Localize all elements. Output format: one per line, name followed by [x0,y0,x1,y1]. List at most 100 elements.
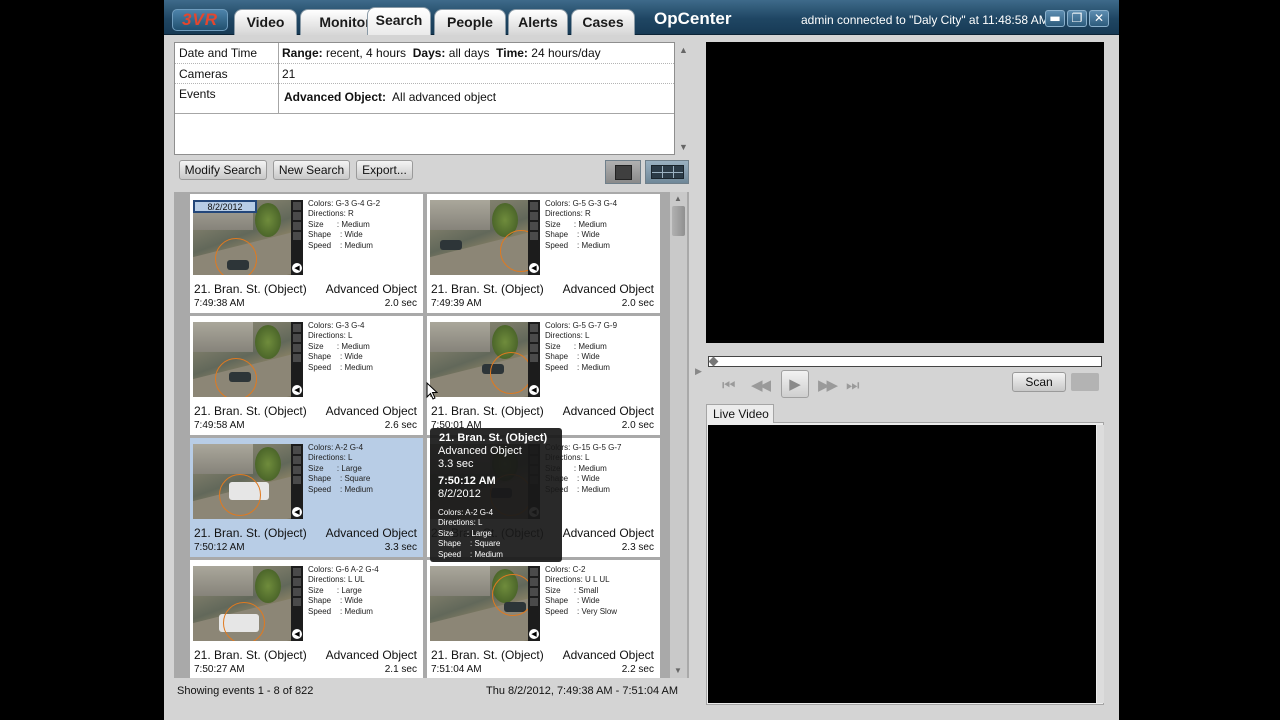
scan-button[interactable]: Scan [1012,372,1066,392]
criteria-row-events[interactable]: Events Advanced Object: All advanced obj… [175,84,674,114]
maximize-icon[interactable]: ❐ [1067,10,1087,27]
result-camera: 21. Bran. St. (Object) [431,282,544,296]
result-type: Advanced Object [562,526,654,540]
color-strip: ◀ [291,566,303,641]
criteria-row-cameras[interactable]: Cameras 21 [175,64,674,84]
result-card[interactable]: ◀ Colors: G-5 G-3 G-4 Directions: R Size … [427,194,660,313]
result-card[interactable]: ◀ Colors: G-3 G-4 G-2 Directions: R Size … [190,194,423,313]
criteria-date-value: Range: recent, 4 hours Days: all days Ti… [282,46,601,60]
tab-cases[interactable]: Cases [571,9,635,35]
result-attributes: Colors: G-6 A-2 G-4 Directions: L UL Siz… [308,565,379,616]
skip-start-icon[interactable]: ⏮ [722,376,735,394]
event-tooltip: 21. Bran. St. (Object) Advanced Object 3… [430,428,562,562]
result-type: Advanced Object [562,404,654,418]
tooltip-type: Advanced Object [438,445,522,457]
tooltip-duration: 3.3 sec [438,458,474,470]
events-value: Advanced Object: All advanced object [284,90,496,104]
criteria-scroll-up-icon[interactable]: ▲ [679,45,688,55]
criteria-row-date[interactable]: Date and Time Range: recent, 4 hours Day… [175,43,674,64]
result-card[interactable]: ◀ Colors: A-2 G-4 Directions: L Size : La… [190,438,423,557]
range-value: recent, 4 hours [326,46,407,60]
result-duration: 2.0 sec [621,298,654,309]
tab-search[interactable]: Search [367,7,431,35]
tooltip-attributes: Colors: A-2 G-4 Directions: L Size : Lar… [438,508,503,559]
result-thumbnail[interactable] [193,322,291,397]
result-time: 7:49:38 AM [194,298,245,309]
criteria-label-date: Date and Time [179,46,258,60]
opcenter-window: 3VR Video Monitor Search People Alerts C… [164,0,1119,720]
criteria-label-events: Events [179,87,216,101]
result-thumbnail[interactable] [430,200,528,275]
result-duration: 2.1 sec [384,664,417,675]
play-clip-icon[interactable]: ◀ [292,507,302,517]
3vr-logo: 3VR [172,9,228,31]
scroll-up-icon[interactable]: ▲ [674,194,682,203]
tab-video[interactable]: Video [234,9,297,35]
result-thumbnail[interactable] [430,322,528,397]
result-attributes: Colors: G-5 G-7 G-9 Directions: L Size :… [545,321,618,372]
results-count: Showing events 1 - 8 of 822 [177,685,314,697]
single-view-icon [615,165,632,180]
play-clip-icon[interactable]: ◀ [529,385,539,395]
criteria-divider [278,64,279,84]
minimize-icon[interactable]: ▬ [1045,10,1065,27]
export-button[interactable]: Export... [356,160,413,180]
play-clip-icon[interactable]: ◀ [292,263,302,273]
result-card[interactable]: ◀ Colors: G-5 G-7 G-9 Directions: L Size … [427,316,660,435]
play-clip-icon[interactable]: ◀ [292,629,302,639]
grid-view-icon [651,165,684,179]
result-camera: 21. Bran. St. (Object) [194,648,307,662]
result-thumbnail[interactable] [193,444,291,519]
result-duration: 2.6 sec [384,420,417,431]
tab-alerts[interactable]: Alerts [508,9,568,35]
result-type: Advanced Object [562,648,654,662]
color-strip: ◀ [291,322,303,397]
timeline-handle[interactable] [708,356,719,367]
result-thumbnail[interactable] [193,566,291,641]
new-search-button[interactable]: New Search [273,160,350,180]
playback-timeline[interactable] [708,356,1102,367]
rewind-icon[interactable]: ◀◀ [751,376,771,394]
close-icon[interactable]: ✕ [1089,10,1109,27]
color-strip: ◀ [291,444,303,519]
result-time: 7:50:27 AM [194,664,245,675]
result-camera: 21. Bran. St. (Object) [431,404,544,418]
single-view-button[interactable] [605,160,641,184]
results-scrollbar[interactable]: ▲ ▼ [670,192,687,678]
result-card[interactable]: ◀ Colors: G-3 G-4 Directions: L Size : Me… [190,316,423,435]
search-criteria-panel: Date and Time Range: recent, 4 hours Day… [174,42,675,155]
scroll-down-icon[interactable]: ▼ [674,666,682,675]
camera-icon[interactable] [1071,373,1099,391]
modify-search-button[interactable]: Modify Search [179,160,267,180]
live-video-scrollbar[interactable] [1097,425,1104,703]
skip-end-icon[interactable]: ⏭ [846,376,859,394]
result-attributes: Colors: G-3 G-4 Directions: L Size : Med… [308,321,373,372]
forward-icon[interactable]: ▶▶ [818,376,838,394]
playback-video[interactable] [706,42,1104,343]
play-clip-icon[interactable]: ◀ [529,263,539,273]
result-thumbnail[interactable] [430,566,528,641]
result-card[interactable]: ◀ Colors: G-6 A-2 G-4 Directions: L UL Si… [190,560,423,678]
result-duration: 2.2 sec [621,664,654,675]
grid-view-button[interactable] [645,160,689,184]
app-title: OpCenter [654,9,732,28]
result-type: Advanced Object [325,282,417,296]
play-clip-icon[interactable]: ◀ [292,385,302,395]
result-camera: 21. Bran. St. (Object) [194,282,307,296]
criteria-scroll-down-icon[interactable]: ▼ [679,142,688,152]
criteria-label-cameras: Cameras [179,67,228,81]
result-type: Advanced Object [325,404,417,418]
tab-people[interactable]: People [434,9,506,35]
collapse-panel-icon[interactable]: ▶ [695,366,702,377]
color-strip: ◀ [528,566,540,641]
live-video-tab[interactable]: Live Video [706,404,774,423]
play-button[interactable]: ▶ [781,370,809,398]
time-value: 24 hours/day [531,46,601,60]
days-value: all days [448,46,490,60]
result-time: 7:51:04 AM [431,664,482,675]
scrollbar-thumb[interactable] [672,206,685,236]
result-card[interactable]: ◀ Colors: C-2 Directions: U L UL Size : S… [427,560,660,678]
play-clip-icon[interactable]: ◀ [529,629,539,639]
live-video-feed[interactable] [708,425,1096,703]
result-attributes: Colors: C-2 Directions: U L UL Size : Sm… [545,565,618,616]
